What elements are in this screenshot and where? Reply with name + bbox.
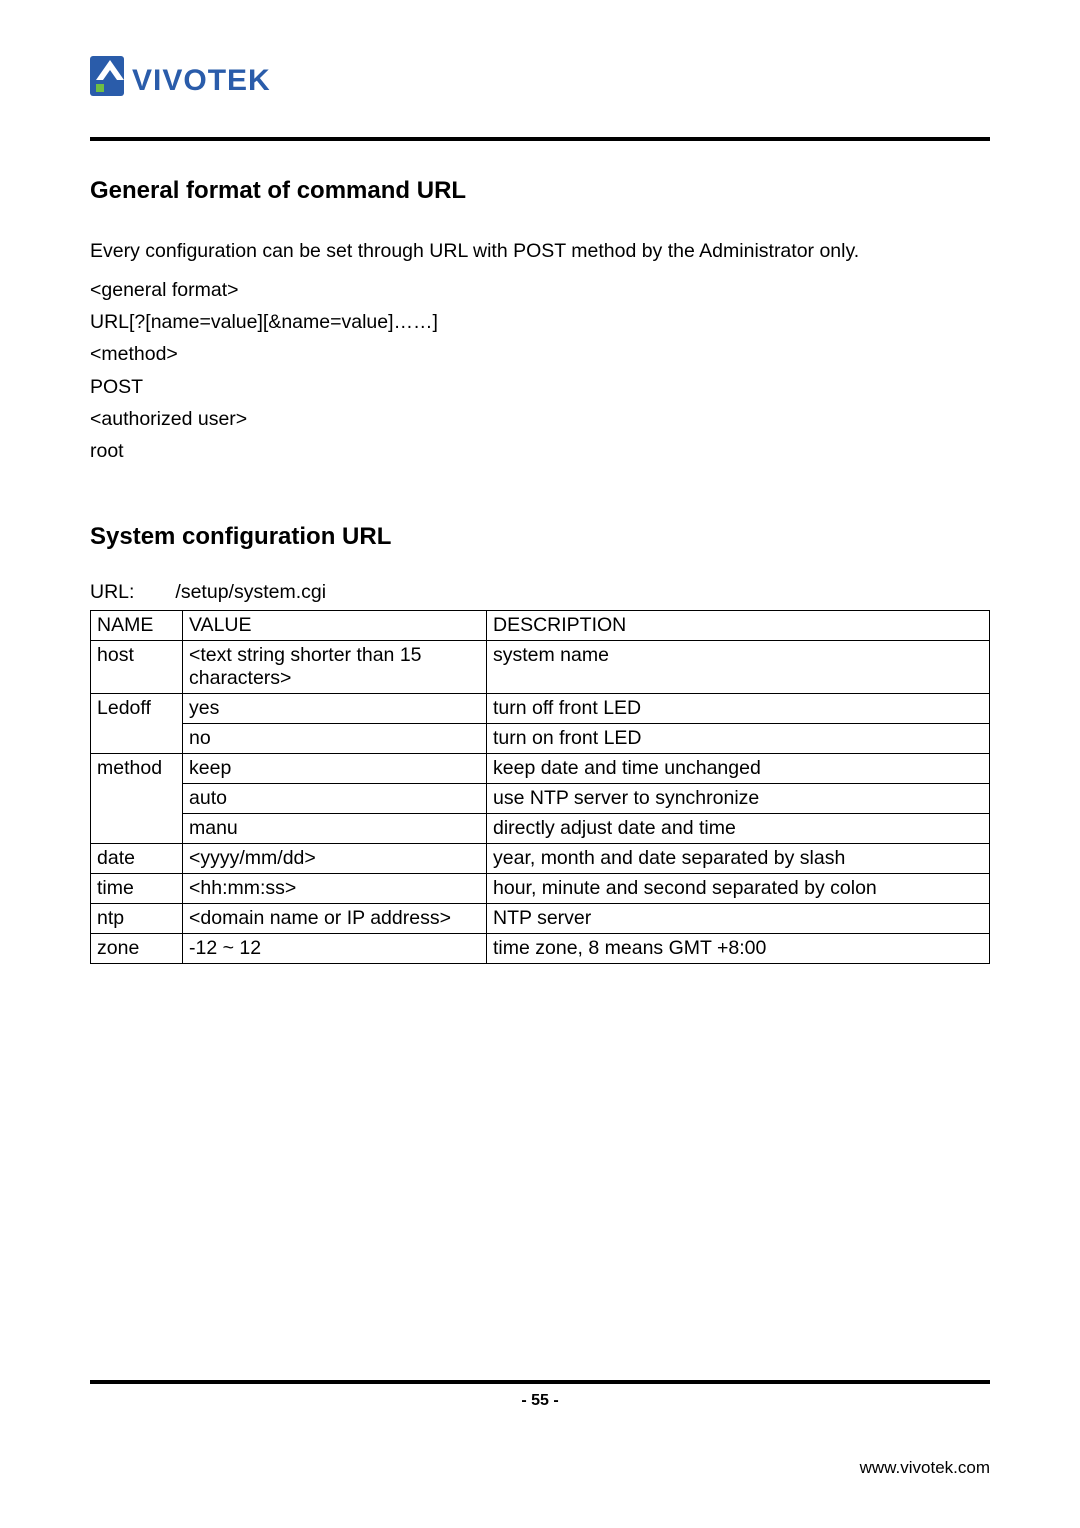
logo-text: VIVOTEK [132, 64, 271, 97]
cell-desc: turn on front LED [487, 724, 990, 754]
table-row: no turn on front LED [91, 724, 990, 754]
code-line: <method> [90, 338, 990, 370]
table-row: zone -12 ~ 12 time zone, 8 means GMT +8:… [91, 934, 990, 964]
cell-value: keep [183, 754, 487, 784]
table-row: manu directly adjust date and time [91, 814, 990, 844]
url-value: /setup/system.cgi [175, 581, 326, 603]
code-line: URL[?[name=value][&name=value]……] [90, 306, 990, 338]
section1-title: General format of command URL [90, 177, 990, 205]
table-row: date <yyyy/mm/dd> year, month and date s… [91, 844, 990, 874]
cell-name: host [91, 641, 183, 694]
cell-name: date [91, 844, 183, 874]
cell-value: auto [183, 784, 487, 814]
cell-desc: turn off front LED [487, 694, 990, 724]
cell-name: method [91, 754, 183, 844]
url-label: URL: [90, 581, 170, 604]
footer-rule [90, 1380, 990, 1384]
params-table: NAME VALUE DESCRIPTION host <text string… [90, 610, 990, 964]
table-row: ntp <domain name or IP address> NTP serv… [91, 904, 990, 934]
url-line: URL: /setup/system.cgi [90, 581, 990, 604]
cell-desc: directly adjust date and time [487, 814, 990, 844]
cell-value: <yyyy/mm/dd> [183, 844, 487, 874]
table-header-row: NAME VALUE DESCRIPTION [91, 611, 990, 641]
cell-name: zone [91, 934, 183, 964]
cell-name: time [91, 874, 183, 904]
th-desc: DESCRIPTION [487, 611, 990, 641]
th-value: VALUE [183, 611, 487, 641]
cell-value: no [183, 724, 487, 754]
header-rule [90, 137, 990, 141]
cell-desc: year, month and date separated by slash [487, 844, 990, 874]
table-row: Ledoff yes turn off front LED [91, 694, 990, 724]
cell-desc: keep date and time unchanged [487, 754, 990, 784]
code-line: <authorized user> [90, 403, 990, 435]
cell-desc: system name [487, 641, 990, 694]
cell-desc: NTP server [487, 904, 990, 934]
table-row: method keep keep date and time unchanged [91, 754, 990, 784]
cell-desc: hour, minute and second separated by col… [487, 874, 990, 904]
table-row: time <hh:mm:ss> hour, minute and second … [91, 874, 990, 904]
cell-desc: use NTP server to synchronize [487, 784, 990, 814]
cell-value: yes [183, 694, 487, 724]
cell-value: <domain name or IP address> [183, 904, 487, 934]
section1-intro: Every configuration can be set through U… [90, 235, 990, 268]
code-line: <general format> [90, 274, 990, 306]
th-name: NAME [91, 611, 183, 641]
cell-value: <text string shorter than 15 characters> [183, 641, 487, 694]
cell-value: manu [183, 814, 487, 844]
cell-value: <hh:mm:ss> [183, 874, 487, 904]
table-row: auto use NTP server to synchronize [91, 784, 990, 814]
footer-site-url: www.vivotek.com [90, 1458, 990, 1478]
page-number: - 55 - [90, 1392, 990, 1410]
section2-title: System configuration URL [90, 523, 990, 551]
logo: VIVOTEK [90, 50, 990, 107]
cell-name: ntp [91, 904, 183, 934]
cell-name: Ledoff [91, 694, 183, 754]
code-line: root [90, 435, 990, 467]
cell-value: -12 ~ 12 [183, 934, 487, 964]
code-line: POST [90, 371, 990, 403]
table-row: host <text string shorter than 15 charac… [91, 641, 990, 694]
cell-desc: time zone, 8 means GMT +8:00 [487, 934, 990, 964]
